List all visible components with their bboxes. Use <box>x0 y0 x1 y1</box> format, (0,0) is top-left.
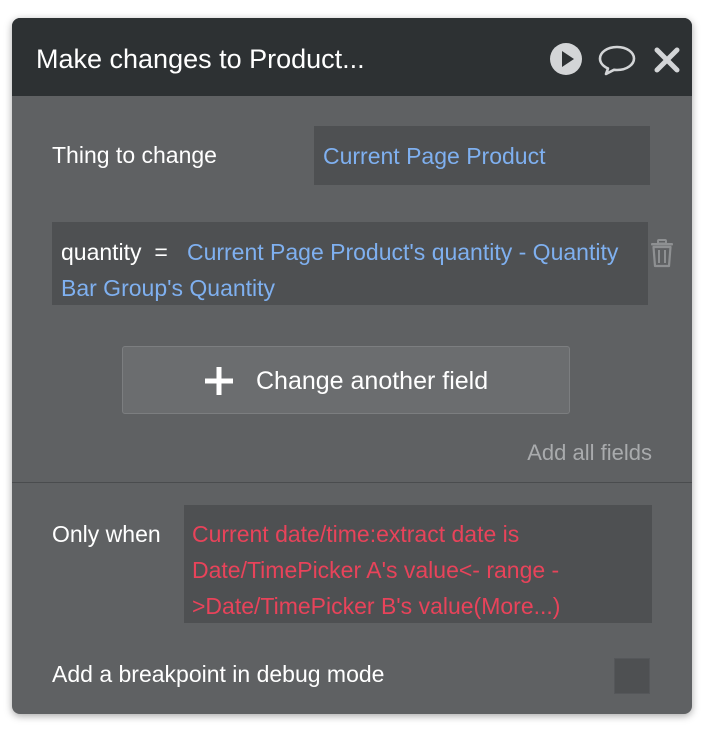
trash-icon[interactable] <box>648 238 676 268</box>
only-when-field[interactable]: Current date/time:extract date is Date/T… <box>184 505 652 623</box>
field-change-row[interactable]: quantity = Current Page Product's quanti… <box>52 222 648 305</box>
field-operator: = <box>154 239 168 265</box>
play-icon[interactable] <box>549 42 583 76</box>
thing-to-change-label: Thing to change <box>52 142 217 168</box>
plus-icon <box>205 367 233 395</box>
make-changes-panel: Make changes to Product... Thing to chan… <box>12 18 692 714</box>
only-when-expression[interactable]: Current date/time:extract date is Date/T… <box>192 516 647 624</box>
add-all-fields-link[interactable]: Add all fields <box>527 440 652 466</box>
comment-icon[interactable] <box>597 42 637 76</box>
field-name: quantity <box>61 239 142 265</box>
thing-to-change-field[interactable]: Current Page Product <box>314 126 650 185</box>
section-divider <box>12 482 692 483</box>
change-another-field-button[interactable]: Change another field <box>122 346 570 414</box>
thing-to-change-value[interactable]: Current Page Product <box>323 126 545 186</box>
panel-header: Make changes to Product... <box>12 18 692 96</box>
breakpoint-checkbox[interactable] <box>614 658 650 694</box>
breakpoint-label: Add a breakpoint in debug mode <box>52 661 385 687</box>
panel-title: Make changes to Product... <box>36 44 365 74</box>
close-icon[interactable] <box>652 45 682 75</box>
change-another-field-label: Change another field <box>256 367 489 395</box>
field-expression[interactable]: Current Page Product's quantity - Quanti… <box>61 239 618 301</box>
only-when-label: Only when <box>52 521 161 547</box>
field-change-text: quantity = Current Page Product's quanti… <box>61 234 641 306</box>
